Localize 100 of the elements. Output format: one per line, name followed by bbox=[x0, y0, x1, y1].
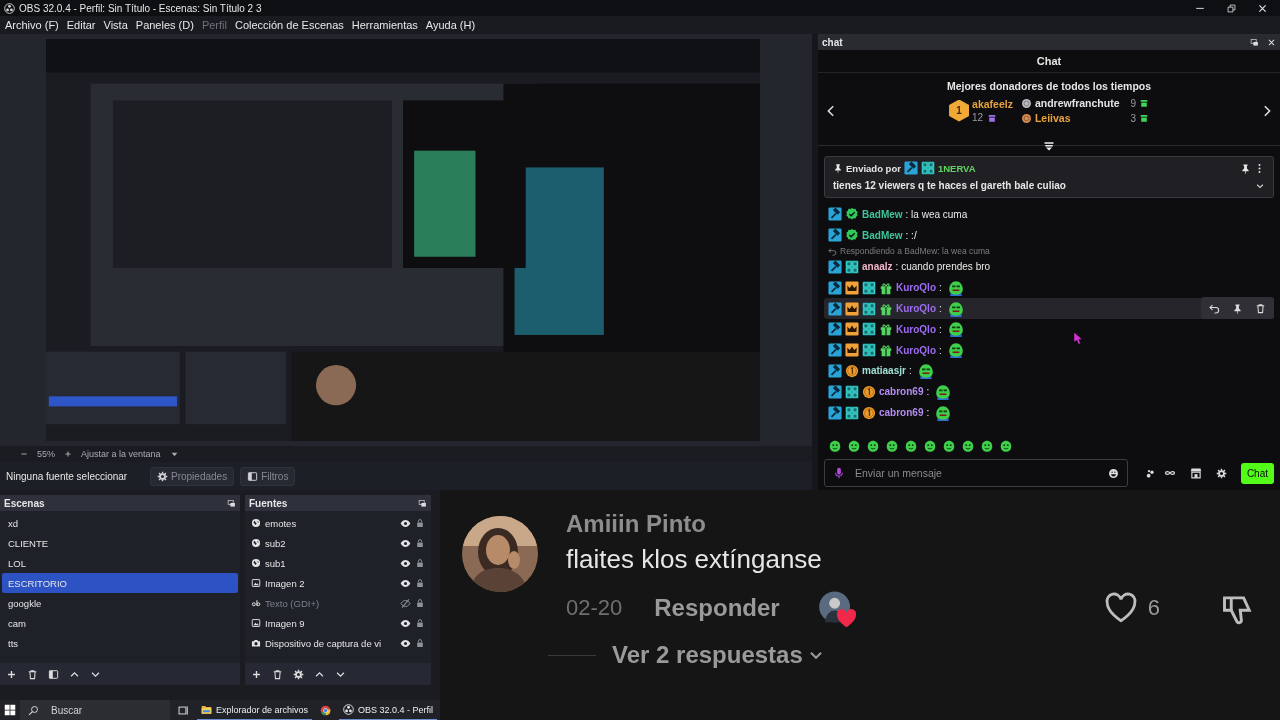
panel-title: Escenas bbox=[4, 497, 45, 509]
zoom-in-icon[interactable] bbox=[64, 450, 72, 458]
emote-icon[interactable] bbox=[828, 439, 842, 453]
close-icon[interactable] bbox=[1267, 37, 1276, 47]
menu-item[interactable]: Vista bbox=[99, 19, 132, 31]
emote-icon[interactable] bbox=[885, 439, 899, 453]
source-item[interactable]: Dispositivo de captura de vi bbox=[245, 633, 431, 653]
restore-icon[interactable] bbox=[1226, 2, 1237, 14]
reply-link[interactable]: Responder bbox=[654, 594, 780, 622]
menu-item[interactable]: Ayuda (H) bbox=[421, 19, 480, 31]
trash-icon[interactable] bbox=[1255, 302, 1266, 314]
search-field[interactable]: Buscar bbox=[49, 703, 162, 717]
lock-icon[interactable] bbox=[415, 538, 425, 548]
source-item[interactable]: emotes bbox=[245, 513, 431, 533]
store-icon[interactable] bbox=[1190, 467, 1202, 479]
filter-icon bbox=[247, 470, 259, 482]
filter-icon[interactable] bbox=[48, 668, 59, 680]
menu-item[interactable]: Paneles (D) bbox=[131, 19, 198, 31]
menu-item[interactable]: Archivo (F) bbox=[1, 19, 63, 31]
message-box[interactable]: Enviar un mensaje bbox=[824, 459, 1128, 487]
reply-icon[interactable] bbox=[1209, 302, 1220, 314]
task-view-icon[interactable] bbox=[178, 704, 189, 716]
gift-icon bbox=[879, 343, 893, 358]
source-item[interactable]: sub2 bbox=[245, 533, 431, 553]
username: anaalz bbox=[862, 261, 893, 273]
source-item[interactable]: Imagen 9 bbox=[245, 613, 431, 633]
eye-off-icon[interactable] bbox=[400, 597, 411, 609]
view-replies-button[interactable]: Ver 2 respuestas bbox=[612, 641, 825, 669]
scene-item[interactable]: googkle bbox=[2, 593, 238, 613]
fit-to-window-label[interactable]: Ajustar a la ventana bbox=[81, 449, 161, 459]
collapse-icon[interactable] bbox=[1043, 140, 1055, 152]
lock-icon[interactable] bbox=[415, 518, 425, 528]
add-icon[interactable] bbox=[251, 668, 262, 680]
add-icon[interactable] bbox=[6, 668, 17, 680]
lock-icon[interactable] bbox=[415, 578, 425, 588]
pin-icon[interactable] bbox=[1232, 302, 1243, 314]
lock-icon[interactable] bbox=[415, 618, 425, 628]
emote-icon[interactable] bbox=[847, 439, 861, 453]
emote-icon[interactable] bbox=[904, 439, 918, 453]
source-name: sub1 bbox=[265, 557, 286, 569]
taskbar-item[interactable]: OBS 32.0.4 - Perfil bbox=[339, 700, 438, 720]
eye-icon[interactable] bbox=[400, 517, 411, 529]
emote-icon[interactable] bbox=[923, 439, 937, 453]
emoji-icon[interactable] bbox=[1108, 467, 1119, 479]
folder-icon bbox=[201, 704, 212, 715]
unpin-icon[interactable] bbox=[1240, 162, 1251, 174]
search-box[interactable]: Buscar bbox=[20, 700, 170, 720]
undock-icon[interactable] bbox=[418, 498, 427, 508]
username: matiaasjr bbox=[862, 365, 906, 377]
trash-icon[interactable] bbox=[272, 668, 283, 680]
emote-icon[interactable] bbox=[961, 439, 975, 453]
crown-icon bbox=[845, 343, 859, 358]
username: 1NERVA bbox=[937, 162, 976, 174]
taskbar-item[interactable]: Explorador de archivos bbox=[197, 700, 313, 720]
emote-icon[interactable] bbox=[866, 439, 880, 453]
windows-icon[interactable] bbox=[4, 704, 16, 716]
zoom-out-icon[interactable] bbox=[20, 450, 28, 458]
scene-item[interactable]: LOL bbox=[2, 553, 238, 573]
chat-send-button[interactable]: Chat bbox=[1240, 462, 1274, 484]
undock-icon[interactable] bbox=[1250, 37, 1259, 47]
scene-item[interactable]: xd bbox=[2, 513, 238, 533]
emote-icon[interactable] bbox=[942, 439, 956, 453]
message-text: : bbox=[939, 344, 942, 356]
comment-text: flaites klos extínganse bbox=[566, 544, 823, 575]
source-item[interactable]: Texto (GDI+) bbox=[245, 593, 431, 613]
text-icon bbox=[251, 598, 261, 608]
menu-item[interactable]: Editar bbox=[62, 19, 100, 31]
emote-icon[interactable] bbox=[980, 439, 994, 453]
source-item[interactable]: sub1 bbox=[245, 553, 431, 573]
microphone-icon[interactable] bbox=[833, 467, 845, 479]
emote-icon[interactable] bbox=[999, 439, 1013, 453]
gear-icon[interactable] bbox=[293, 668, 304, 680]
menu-item[interactable]: Herramientas bbox=[347, 19, 422, 31]
coin-icon bbox=[845, 363, 859, 378]
lock-icon[interactable] bbox=[415, 558, 425, 568]
message-field[interactable]: Enviar un mensaje bbox=[853, 466, 1100, 480]
menu-item[interactable]: Colección de Escenas bbox=[230, 19, 348, 31]
eye-icon[interactable] bbox=[400, 637, 411, 649]
lock-icon[interactable] bbox=[415, 638, 425, 648]
eye-icon[interactable] bbox=[400, 537, 411, 549]
eye-icon[interactable] bbox=[400, 557, 411, 569]
close-icon[interactable] bbox=[1257, 2, 1268, 14]
eye-icon[interactable] bbox=[400, 577, 411, 589]
scene-item[interactable]: tts bbox=[2, 633, 238, 653]
source-item[interactable]: Imagen 2 bbox=[245, 573, 431, 593]
subscriber-badge-icon bbox=[845, 405, 859, 420]
scene-item[interactable]: ESCRITORIO bbox=[2, 573, 238, 593]
message-text: : bbox=[939, 282, 942, 294]
message-text: : la wea cuma bbox=[905, 208, 968, 220]
scene-item[interactable]: cam bbox=[2, 613, 238, 633]
zoom-level: 55% bbox=[37, 449, 55, 459]
settings-icon[interactable] bbox=[1216, 467, 1227, 479]
undock-icon[interactable] bbox=[227, 498, 236, 508]
hammer-icon bbox=[828, 384, 842, 399]
scene-item[interactable]: CLIENTE bbox=[2, 533, 238, 553]
lock-icon[interactable] bbox=[415, 598, 425, 608]
trash-icon[interactable] bbox=[27, 668, 38, 680]
donor-name: andrewfranchute bbox=[1034, 97, 1120, 109]
eye-icon[interactable] bbox=[400, 617, 411, 629]
heart-icon[interactable] bbox=[1103, 591, 1138, 625]
